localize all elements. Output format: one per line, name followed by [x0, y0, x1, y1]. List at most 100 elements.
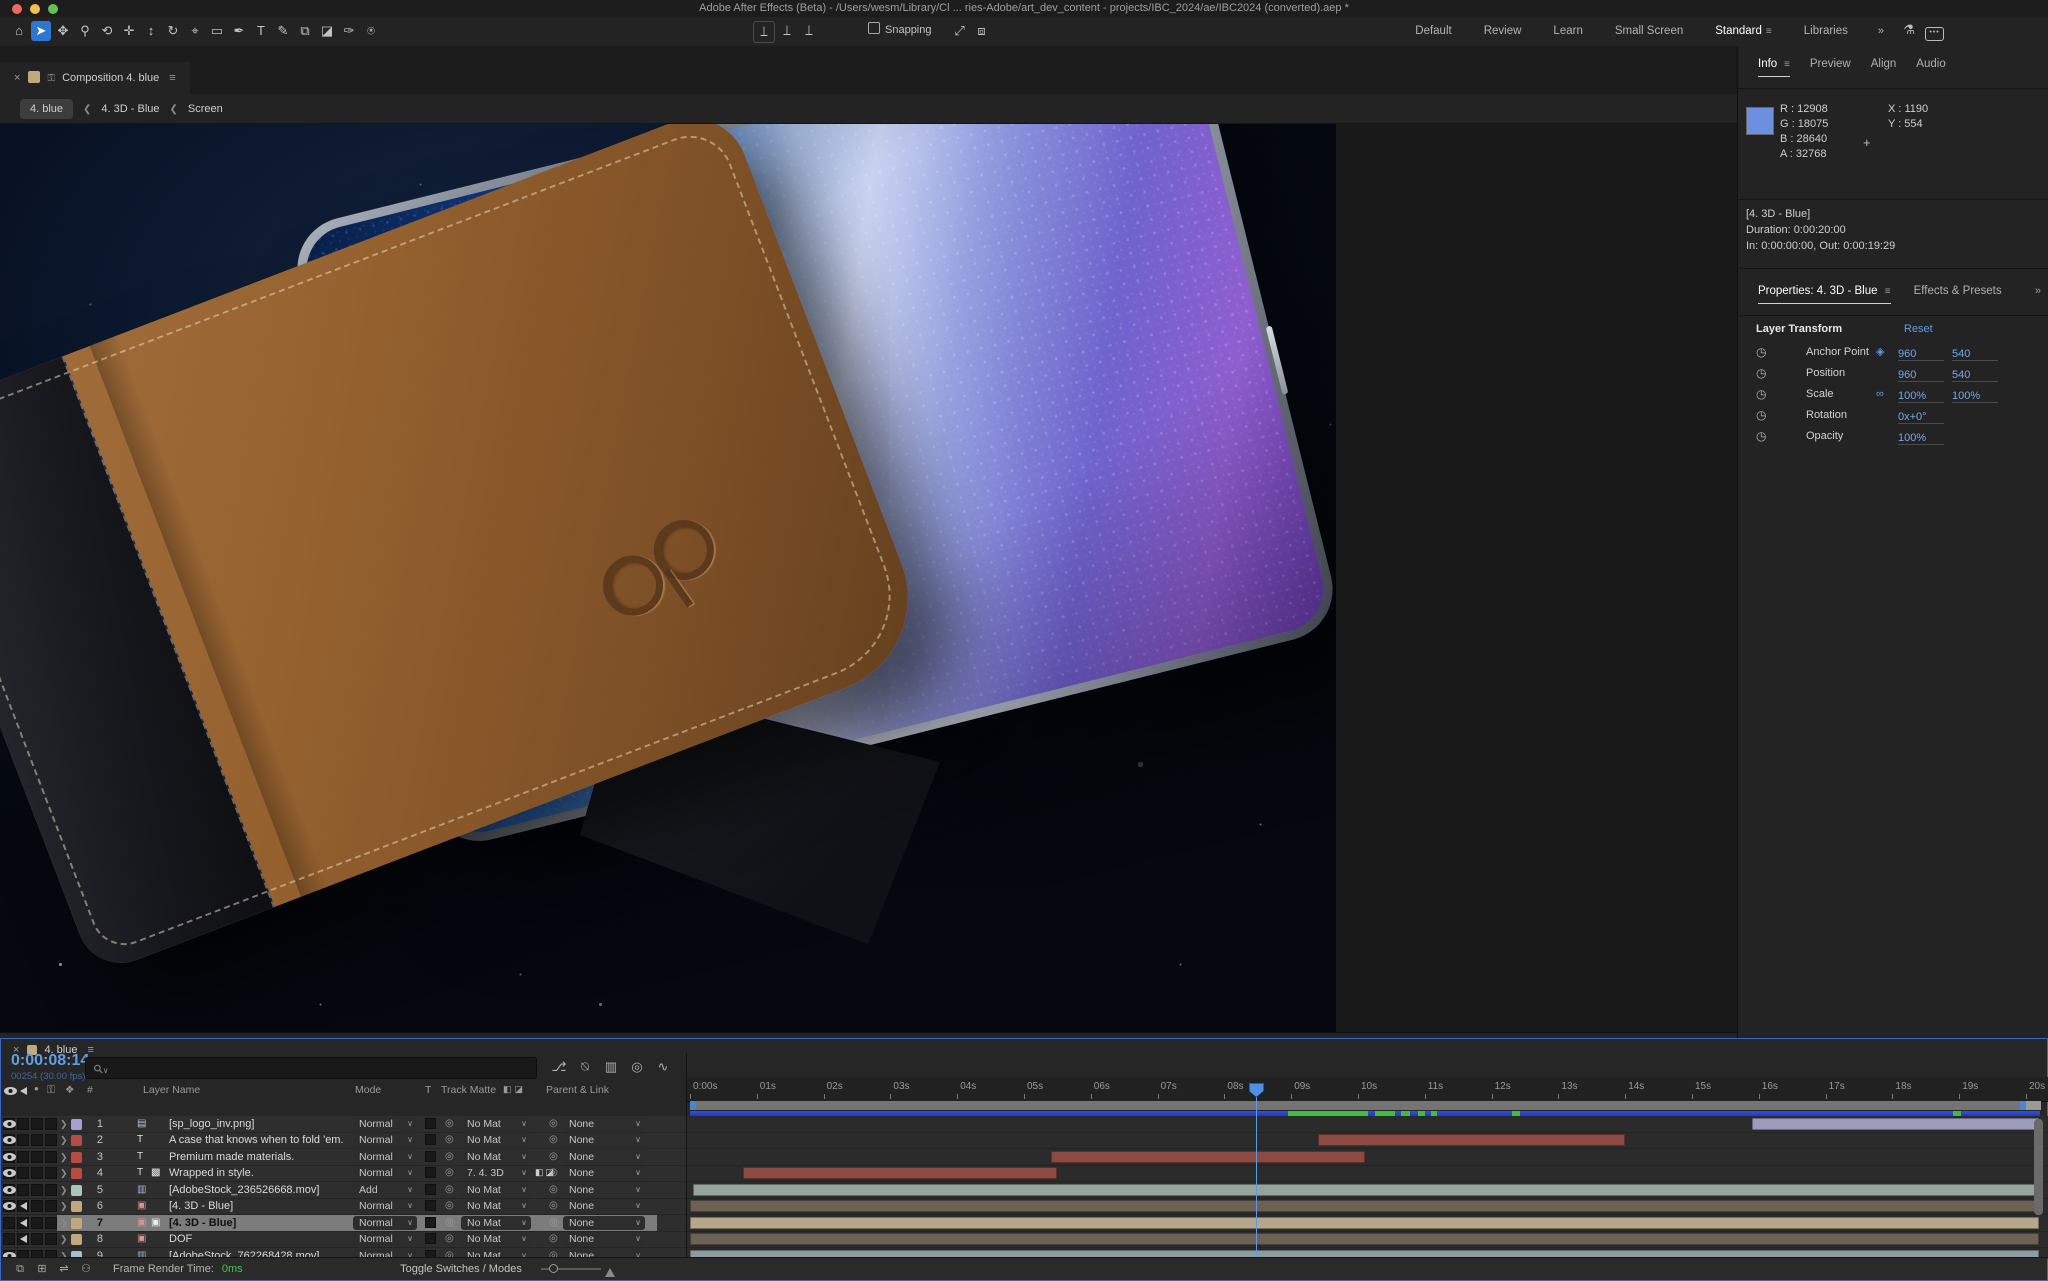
comp-mini-flowchart-icon[interactable]: ⎇: [546, 1059, 572, 1075]
anchor-target-icon[interactable]: ◈: [1876, 342, 1884, 363]
snap-extend-icon[interactable]: ⧈: [972, 21, 992, 41]
dolly-camera-tool-icon[interactable]: ↕: [141, 21, 161, 41]
stopwatch-icon[interactable]: ◷: [1756, 405, 1766, 426]
solo-toggle[interactable]: [31, 1184, 43, 1196]
breadcrumb-item[interactable]: Screen: [188, 103, 223, 115]
preserve-transparency-toggle[interactable]: [425, 1184, 436, 1195]
eye-icon[interactable]: [3, 1153, 16, 1161]
parent-link-dropdown[interactable]: None∨: [563, 1216, 645, 1230]
home-tool-icon[interactable]: ⌂: [9, 21, 29, 41]
panel-menu-icon[interactable]: ≡: [1781, 59, 1790, 70]
preserve-transparency-toggle[interactable]: [425, 1167, 436, 1178]
layer-bar-row[interactable]: [687, 1231, 2048, 1248]
parent-link-dropdown[interactable]: None∨: [563, 1150, 645, 1164]
stopwatch-icon[interactable]: ◷: [1756, 426, 1766, 447]
snapping-checkbox[interactable]: [868, 22, 880, 34]
parent-link-dropdown[interactable]: None∨: [563, 1133, 645, 1147]
solo-toggle[interactable]: [31, 1118, 43, 1130]
workspace-libraries[interactable]: Libraries: [1804, 17, 1848, 46]
track-matte-dropdown[interactable]: No Mat∨: [461, 1117, 531, 1131]
breadcrumb-item[interactable]: 4. 3D - Blue: [101, 103, 159, 115]
layer-duration-bar[interactable]: [690, 1217, 2039, 1229]
mode-dropdown[interactable]: Normal∨: [353, 1216, 417, 1230]
audio-toggle[interactable]: [17, 1118, 29, 1130]
camera-tool-icon[interactable]: ⌖: [185, 21, 205, 41]
rectangle-tool-icon[interactable]: ▭: [207, 21, 227, 41]
audio-toggle[interactable]: [17, 1151, 29, 1163]
panel-divider[interactable]: [686, 1053, 687, 1259]
matte-pickwhip-icon[interactable]: ◎: [445, 1118, 454, 1129]
layer-name[interactable]: [4. 3D - Blue]: [169, 1217, 349, 1229]
twirl-chevron-icon[interactable]: ❯: [60, 1201, 68, 1212]
type-tool-icon[interactable]: T: [251, 21, 271, 41]
workspace-overflow-icon[interactable]: »: [1878, 17, 1884, 46]
solo-toggle[interactable]: [31, 1217, 43, 1229]
tab-preview[interactable]: Preview: [1810, 58, 1851, 76]
track-matte-dropdown[interactable]: 7. 4. 3D∨: [461, 1166, 531, 1180]
layer-name[interactable]: A case that knows when to fold 'em.: [169, 1134, 349, 1146]
twirl-chevron-icon[interactable]: ❯: [60, 1185, 68, 1196]
matte-pickwhip-icon[interactable]: ◎: [445, 1233, 454, 1244]
property-value[interactable]: 100%: [1898, 386, 1944, 403]
label-color-chip[interactable]: [71, 1201, 82, 1212]
label-color-chip[interactable]: [71, 1135, 82, 1146]
frame-blending-icon[interactable]: ▥: [598, 1059, 624, 1075]
lock-toggle[interactable]: [45, 1167, 57, 1179]
tab-properties[interactable]: Properties: 4. 3D - Blue ≡: [1758, 285, 1891, 304]
property-value[interactable]: 540: [1952, 365, 1998, 382]
tab-align[interactable]: Align: [1871, 58, 1897, 76]
track-matte-dropdown[interactable]: No Mat∨: [461, 1133, 531, 1147]
layer-row[interactable]: ❯2TA case that knows when to fold 'em.No…: [1, 1132, 687, 1149]
workspace-small-screen[interactable]: Small Screen: [1615, 17, 1683, 46]
world-axis-mode-icon[interactable]: ⟘: [777, 21, 797, 41]
parent-link-dropdown[interactable]: None∨: [563, 1166, 645, 1180]
composition-tab[interactable]: ×⚿Composition 4. blue≡: [0, 62, 190, 94]
parent-pickwhip-icon[interactable]: ◎: [549, 1200, 558, 1211]
stopwatch-icon[interactable]: ◷: [1756, 384, 1766, 405]
mode-dropdown[interactable]: Normal∨: [353, 1199, 417, 1213]
stopwatch-icon[interactable]: ◷: [1756, 363, 1766, 384]
link-scale-icon[interactable]: ∞: [1876, 384, 1884, 405]
audio-toggle[interactable]: [17, 1184, 29, 1196]
twirl-chevron-icon[interactable]: ❯: [60, 1234, 68, 1245]
parent-pickwhip-icon[interactable]: ◎: [549, 1217, 558, 1228]
solo-toggle[interactable]: [31, 1134, 43, 1146]
timeline-search-input[interactable]: ⚲∨: [85, 1057, 537, 1079]
lock-toggle[interactable]: [45, 1151, 57, 1163]
twirl-chevron-icon[interactable]: ❯: [60, 1152, 68, 1163]
mode-dropdown[interactable]: Normal∨: [353, 1232, 417, 1246]
layer-bar-row[interactable]: [687, 1215, 2048, 1232]
clone-stamp-tool-icon[interactable]: ⧉: [295, 21, 315, 41]
layer-duration-bar[interactable]: [743, 1167, 1057, 1179]
layer-duration-bar[interactable]: [1318, 1134, 1625, 1146]
panel-overflow-icon[interactable]: »: [2035, 285, 2041, 297]
feedback-bubble-icon[interactable]: •••: [1925, 27, 1944, 41]
tab-effects-presets[interactable]: Effects & Presets: [1914, 285, 2002, 303]
workspace-review[interactable]: Review: [1484, 17, 1522, 46]
local-axis-mode-icon[interactable]: ⟘: [753, 21, 775, 43]
lock-toggle[interactable]: [45, 1184, 57, 1196]
expand-transfer-controls-icon[interactable]: ⊞: [31, 1258, 53, 1280]
layer-duration-bar[interactable]: [1752, 1118, 2039, 1130]
speaker-icon[interactable]: [20, 1219, 27, 1227]
panel-menu-icon[interactable]: ≡: [169, 72, 175, 84]
stopwatch-icon[interactable]: ◷: [1756, 342, 1766, 363]
roto-brush-tool-icon[interactable]: ✑: [339, 21, 359, 41]
matte-pickwhip-icon[interactable]: ◎: [445, 1217, 454, 1228]
layer-bar-row[interactable]: [687, 1182, 2048, 1199]
toggle-switches-modes-button[interactable]: Toggle Switches / Modes: [371, 1258, 551, 1280]
layer-duration-bar[interactable]: [690, 1200, 2039, 1212]
mode-dropdown[interactable]: Normal∨: [353, 1117, 417, 1131]
visibility-toggle[interactable]: [3, 1217, 15, 1229]
workspace-standard[interactable]: Standard≡: [1715, 17, 1772, 46]
solo-toggle[interactable]: [31, 1200, 43, 1212]
motion-blur-icon[interactable]: ◎: [624, 1059, 650, 1075]
layer-bar-row[interactable]: [687, 1116, 2048, 1133]
audio-toggle[interactable]: [17, 1134, 29, 1146]
preserve-transparency-toggle[interactable]: [425, 1118, 436, 1129]
tab-info[interactable]: Info ≡: [1758, 58, 1790, 77]
preserve-transparency-toggle[interactable]: [425, 1233, 436, 1244]
reset-button[interactable]: Reset: [1904, 316, 1933, 342]
layer-row[interactable]: ❯8▣DOFNormal∨◎No Mat∨◎None∨: [1, 1231, 687, 1248]
track-matte-dropdown[interactable]: No Mat∨: [461, 1216, 531, 1230]
